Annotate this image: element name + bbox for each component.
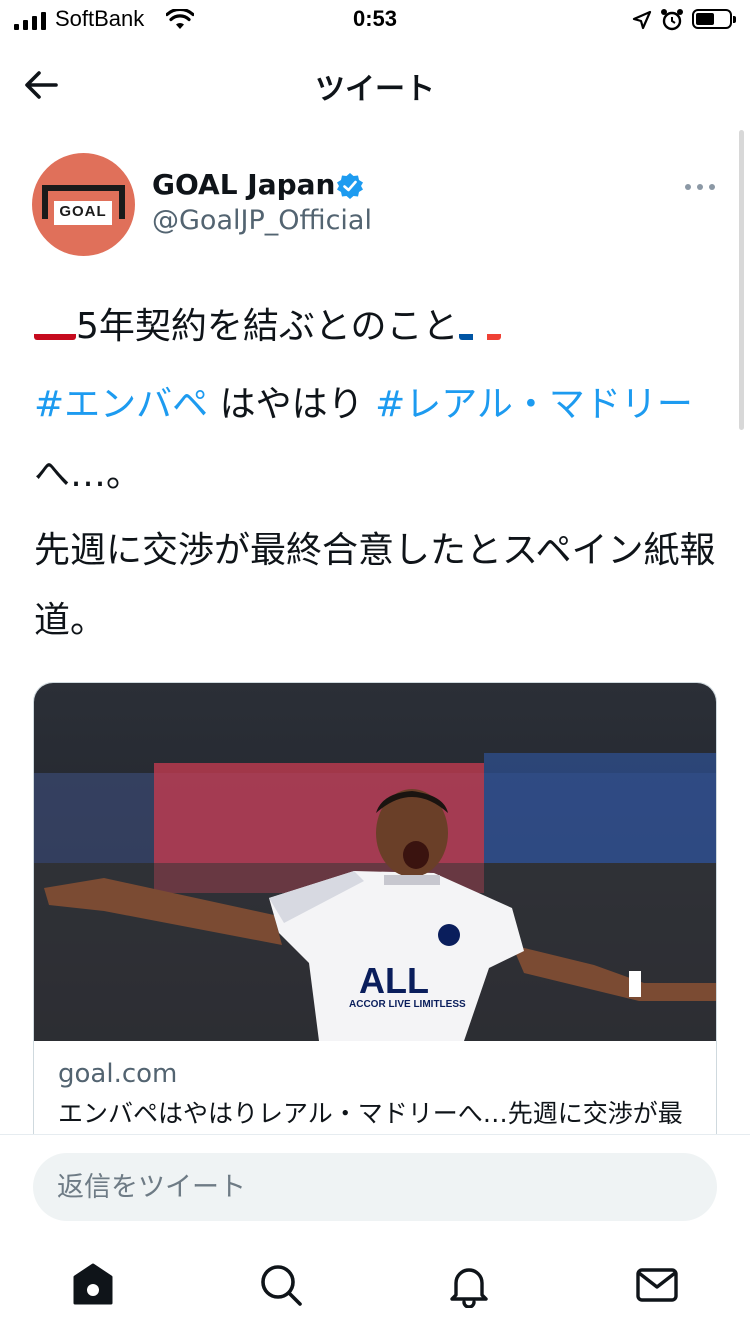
verified-badge-icon — [337, 173, 363, 199]
messages-icon[interactable] — [634, 1262, 680, 1308]
more-options-icon[interactable] — [684, 180, 716, 194]
home-icon[interactable] — [70, 1262, 116, 1308]
author-handle[interactable]: @GoalJP_Official — [152, 205, 372, 236]
tweet-line-2: #エンバペ はやはり #レアル・マドリー へ…。 — [34, 370, 724, 510]
article-photo: ALL ACCOR LIVE LIMITLESS — [34, 683, 716, 1041]
scrollbar[interactable] — [739, 130, 744, 430]
tweet-line-3: 先週に交渉が最終合意したとスペイン紙報道。 — [34, 530, 716, 641]
battery-icon — [692, 9, 736, 29]
tweet-line-1: 5年契約を結ぶとのこと — [34, 292, 724, 362]
reply-input[interactable] — [33, 1153, 717, 1221]
author-name[interactable]: GOAL Japan — [152, 168, 335, 201]
notifications-icon[interactable] — [446, 1262, 492, 1308]
tweet-text-1: 5年契約を結ぶとのこと — [76, 306, 459, 347]
svg-text:ALL: ALL — [359, 960, 429, 1001]
status-bar: SoftBank 0:53 — [0, 0, 750, 44]
spain-flag-icon — [34, 314, 76, 340]
link-card[interactable]: ALL ACCOR LIVE LIMITLESS goal.com エンバペはや… — [33, 682, 717, 1202]
avatar-logo-text: GOAL — [59, 203, 107, 220]
card-domain: goal.com — [58, 1059, 178, 1089]
tweet-text-3: へ…。 — [34, 454, 143, 495]
hashtag-link[interactable]: #レアル・マドリー — [375, 384, 693, 425]
avatar[interactable]: GOAL — [32, 153, 135, 256]
tweet-text-2: はやはり — [208, 384, 376, 425]
svg-text:ACCOR LIVE LIMITLESS: ACCOR LIVE LIMITLESS — [349, 999, 466, 1010]
france-flag-icon — [458, 314, 501, 340]
hashtag-link[interactable]: #エンバペ — [34, 384, 208, 425]
search-icon[interactable] — [258, 1262, 304, 1308]
page-title: ツイート — [315, 72, 435, 107]
alarm-icon — [661, 9, 683, 31]
location-icon — [632, 10, 652, 30]
